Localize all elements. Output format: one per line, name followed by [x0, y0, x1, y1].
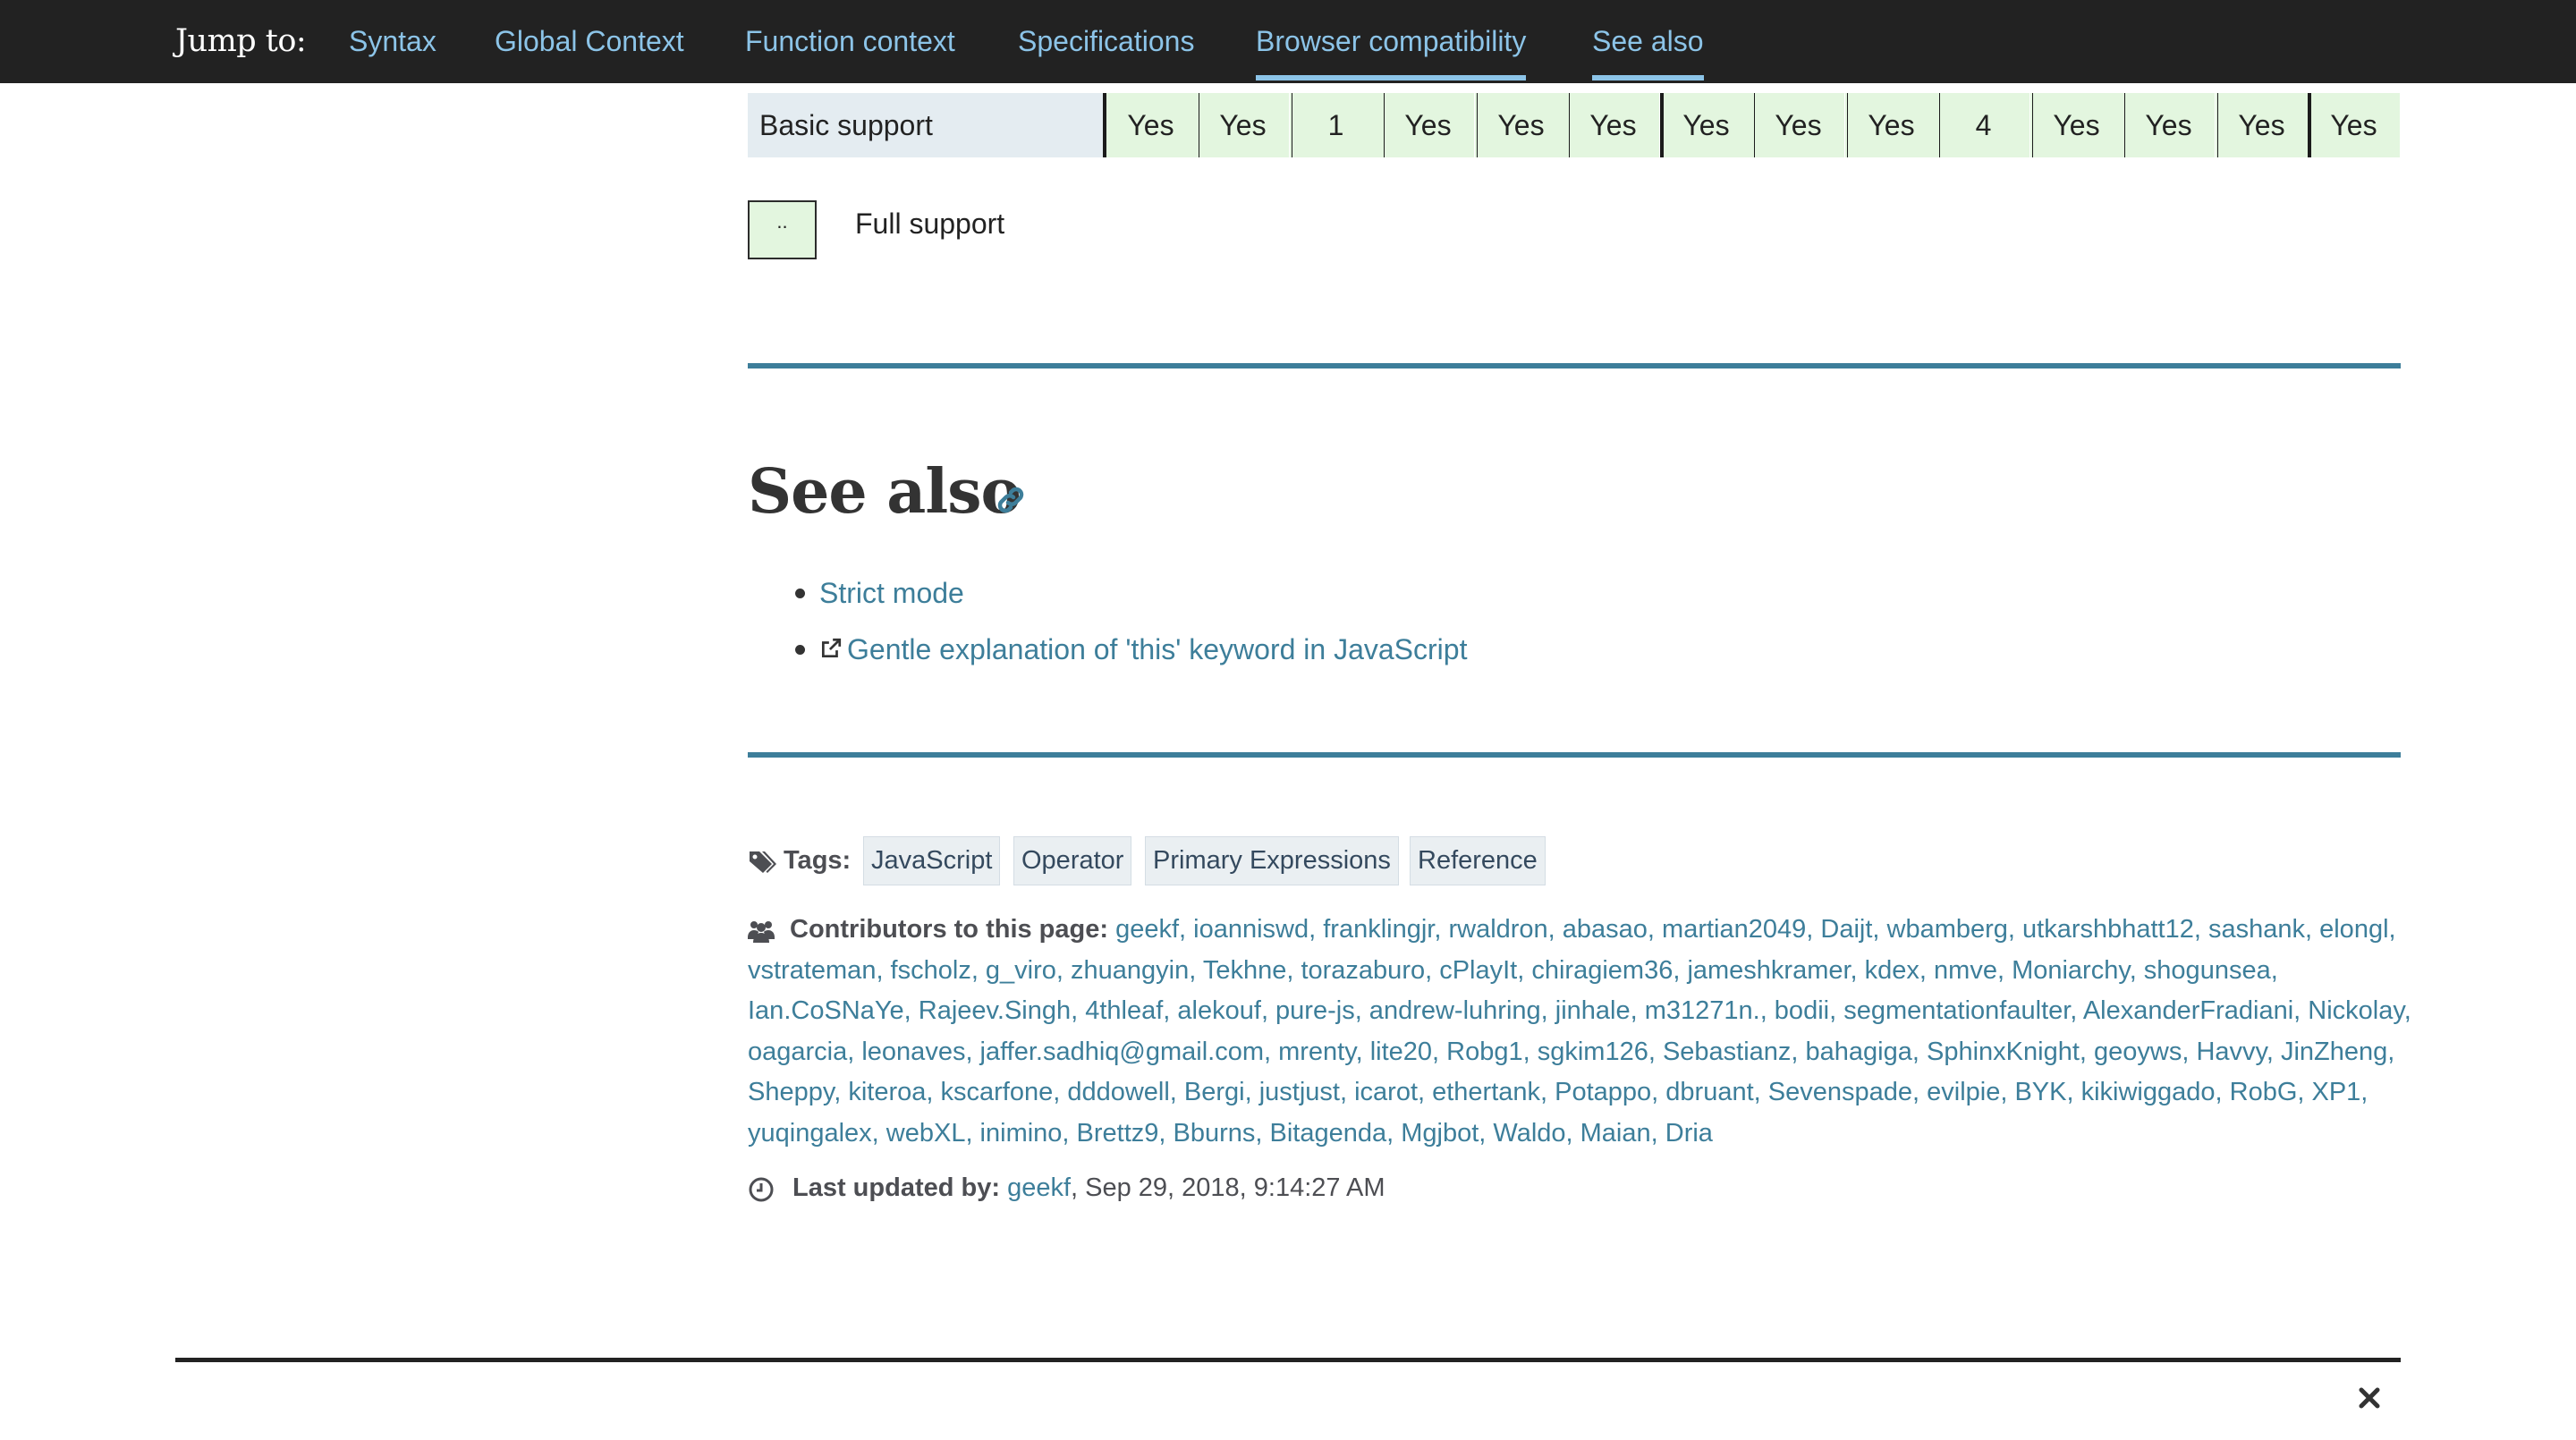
compat-cell: Yes — [1197, 93, 1289, 157]
table-divider — [2032, 93, 2033, 157]
external-link-icon — [821, 638, 842, 658]
table-divider — [2124, 93, 2125, 157]
tags-label: Tags: — [784, 846, 852, 875]
compat-cell: Yes — [1105, 93, 1197, 157]
table-divider — [1754, 93, 1755, 157]
compat-cell: 4 — [1937, 93, 2029, 157]
contributors-list[interactable]: geekf, ioanniswd, franklingjr, rwaldron,… — [1115, 915, 2395, 944]
table-divider — [2217, 93, 2218, 157]
compat-table-row: Basic support Yes Yes 1 Yes Yes Yes Yes … — [748, 93, 2401, 157]
table-divider — [1939, 93, 1940, 157]
section-divider — [748, 363, 2401, 368]
jump-link-see-also[interactable]: See also — [1592, 25, 1704, 80]
contributors-list[interactable]: Ian.CoSNaYe, Rajeev.Singh, 4thleaf, alek… — [748, 996, 2411, 1026]
compat-cell: Yes — [1752, 93, 1844, 157]
table-divider — [1384, 93, 1385, 157]
close-icon[interactable] — [2356, 1385, 2383, 1411]
contributors-list[interactable]: yuqingalex, webXL, inimino, Brettz9, Bbu… — [748, 1119, 1713, 1148]
compat-cell: Yes — [1382, 93, 1474, 157]
table-divider — [1103, 93, 1106, 157]
legend-full-support-swatch: .. — [748, 200, 817, 259]
jump-link-specifications[interactable]: Specifications — [1018, 25, 1194, 58]
compat-cell: Yes — [2030, 93, 2123, 157]
table-divider — [1847, 93, 1848, 157]
tags-icon — [750, 851, 776, 873]
compat-cell: Yes — [1845, 93, 1937, 157]
tag-javascript[interactable]: JavaScript — [863, 836, 1001, 885]
jump-link-function-context[interactable]: Function context — [745, 25, 955, 58]
jump-link-syntax[interactable]: Syntax — [349, 25, 436, 58]
see-also-link-strict-mode[interactable]: Strict mode — [819, 577, 964, 610]
compat-cell: Yes — [1567, 93, 1659, 157]
contributors-line: Contributors to this page: geekf, ioanni… — [790, 915, 2396, 944]
compat-cell: Yes — [2123, 93, 2215, 157]
table-divider — [2308, 93, 2311, 157]
jump-to-label: Jump to: — [175, 23, 307, 59]
footer-divider — [175, 1358, 2401, 1362]
last-updated-label: Last updated by: — [792, 1173, 1001, 1202]
contributors-icon — [748, 921, 775, 943]
jump-to-bar: Jump to: Syntax Global Context Function … — [0, 0, 2576, 83]
contributors-list[interactable]: vstrateman, fscholz, g_viro, zhuangyin, … — [748, 956, 2278, 986]
last-updated: Last updated by: geekf, Sep 29, 2018, 9:… — [792, 1173, 1385, 1203]
table-divider — [1477, 93, 1478, 157]
list-bullet — [795, 589, 805, 598]
legend-full-support-label: Full support — [855, 208, 1005, 240]
jump-link-browser-compatibility[interactable]: Browser compatibility — [1256, 25, 1527, 80]
compat-cell: Yes — [1660, 93, 1752, 157]
last-updated-author-link[interactable]: geekf — [1007, 1173, 1071, 1202]
compat-cell: Yes — [2216, 93, 2308, 157]
clock-icon — [749, 1177, 774, 1202]
table-divider — [1569, 93, 1570, 157]
permalink-icon[interactable] — [995, 484, 1027, 516]
jump-link-global-context[interactable]: Global Context — [495, 25, 684, 58]
compat-feature-cell: Basic support — [748, 93, 1104, 157]
compat-cell: Yes — [1475, 93, 1567, 157]
contributors-label: Contributors to this page: — [790, 915, 1109, 944]
see-also-heading: See also — [748, 456, 1021, 528]
tag-reference[interactable]: Reference — [1410, 836, 1546, 885]
compat-cell: Yes — [2308, 93, 2400, 157]
tag-operator[interactable]: Operator — [1013, 836, 1132, 885]
section-divider — [748, 752, 2401, 758]
compat-cell: 1 — [1290, 93, 1382, 157]
tag-primary-expressions[interactable]: Primary Expressions — [1145, 836, 1399, 885]
see-also-link-this-keyword[interactable]: Gentle explanation of 'this' keyword in … — [847, 633, 1467, 666]
contributors-list[interactable]: oagarcia, leonaves, jaffer.sadhiq@gmail.… — [748, 1038, 2394, 1067]
contributors-list[interactable]: Sheppy, kiteroa, kscarfone, dddowell, Be… — [748, 1078, 2368, 1107]
last-updated-date: , Sep 29, 2018, 9:14:27 AM — [1071, 1173, 1385, 1202]
list-bullet — [795, 645, 805, 655]
table-divider — [1660, 93, 1664, 157]
